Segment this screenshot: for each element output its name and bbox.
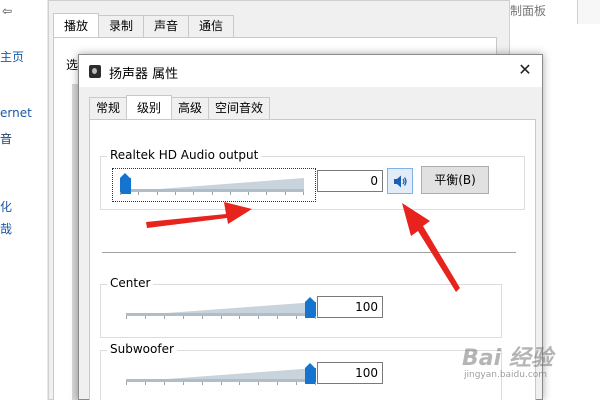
subwoofer-volume-slider[interactable] xyxy=(126,363,316,386)
dialog-titlebar: 扬声器 属性 ✕ xyxy=(79,55,542,87)
slider-tick xyxy=(212,192,213,195)
slider-tick xyxy=(296,316,297,319)
slider-tick xyxy=(157,192,158,195)
tab-general[interactable]: 常规 xyxy=(89,97,128,119)
master-volume-slider[interactable] xyxy=(120,173,304,196)
window-control[interactable] xyxy=(577,0,600,24)
slider-tick xyxy=(315,316,316,319)
subwoofer-volume-value[interactable]: 100 xyxy=(317,362,383,384)
slider-tick xyxy=(202,316,203,319)
tab-communications[interactable]: 通信 xyxy=(188,15,235,37)
sound-tabs: 播放 录制 声音 通信 xyxy=(53,13,235,37)
slider-tick xyxy=(230,192,231,195)
slider-tick xyxy=(266,192,267,195)
nav-item-sound[interactable]: 音 xyxy=(0,130,12,147)
background-control-panel: ⇦ 主页 ernet 音 化 哉 xyxy=(0,0,48,400)
balance-button[interactable]: 平衡(B) xyxy=(421,166,489,194)
slider-tick xyxy=(239,382,240,385)
nav-item-home[interactable]: 主页 xyxy=(0,48,24,65)
tab-recording[interactable]: 录制 xyxy=(98,15,145,37)
back-arrow-icon[interactable]: ⇦ xyxy=(2,4,12,18)
properties-tabs: 常规 级别 高级 空间音效 xyxy=(89,95,271,119)
select-device-label: 选 xyxy=(66,58,79,72)
section-divider xyxy=(102,252,516,253)
slider-tick xyxy=(183,316,184,319)
nav-item-other[interactable]: 哉 xyxy=(0,220,12,237)
mute-button[interactable] xyxy=(387,168,413,194)
slider-thumb[interactable] xyxy=(120,173,131,194)
center-volume-value[interactable]: 100 xyxy=(317,296,383,318)
slider-tick xyxy=(239,316,240,319)
tab-advanced[interactable]: 高级 xyxy=(171,97,210,119)
output-device-label: Realtek HD Audio output xyxy=(107,148,262,162)
slider-tick xyxy=(126,316,127,319)
slider-tick xyxy=(315,382,316,385)
close-icon[interactable]: ✕ xyxy=(514,59,536,81)
slider-tick xyxy=(164,316,165,319)
slider-tick xyxy=(183,382,184,385)
center-volume-slider[interactable] xyxy=(126,297,316,320)
slider-tick xyxy=(145,382,146,385)
tab-levels[interactable]: 级别 xyxy=(126,95,173,119)
slider-tick xyxy=(248,192,249,195)
slider-tick xyxy=(145,316,146,319)
slider-tick xyxy=(303,192,304,195)
slider-tick xyxy=(138,192,139,195)
tab-playback[interactable]: 播放 xyxy=(53,13,100,37)
watermark-url: jingyan.baidu.com xyxy=(464,370,548,380)
slider-tick xyxy=(258,316,259,319)
center-channel-label: Center xyxy=(107,276,154,290)
slider-tick xyxy=(296,382,297,385)
slider-tick xyxy=(126,382,127,385)
slider-tick xyxy=(120,192,121,195)
slider-tick xyxy=(277,316,278,319)
slider-tick xyxy=(202,382,203,385)
master-volume-value[interactable]: 0 xyxy=(317,170,383,192)
slider-tick xyxy=(193,192,194,195)
nav-item-internet[interactable]: ernet xyxy=(0,106,32,120)
speaker-device-icon xyxy=(89,65,101,78)
watermark-logo-text: Bai 经验 xyxy=(462,346,553,371)
speaker-icon xyxy=(394,175,407,188)
nav-item-personalize[interactable]: 化 xyxy=(0,198,12,215)
tab-spatial-sound[interactable]: 空间音效 xyxy=(208,97,271,119)
slider-tick xyxy=(258,382,259,385)
slider-tick xyxy=(277,382,278,385)
dialog-title: 扬声器 属性 xyxy=(109,67,179,82)
slider-tick xyxy=(164,382,165,385)
slider-tick xyxy=(175,192,176,195)
subwoofer-channel-label: Subwoofer xyxy=(107,342,177,356)
slider-tick xyxy=(221,382,222,385)
control-panel-title: 制面板 xyxy=(510,4,547,18)
tab-sounds[interactable]: 声音 xyxy=(143,15,190,37)
slider-tick xyxy=(221,316,222,319)
slider-tick xyxy=(285,192,286,195)
watermark: Bai 经验 jingyan.baidu.com xyxy=(462,336,594,386)
